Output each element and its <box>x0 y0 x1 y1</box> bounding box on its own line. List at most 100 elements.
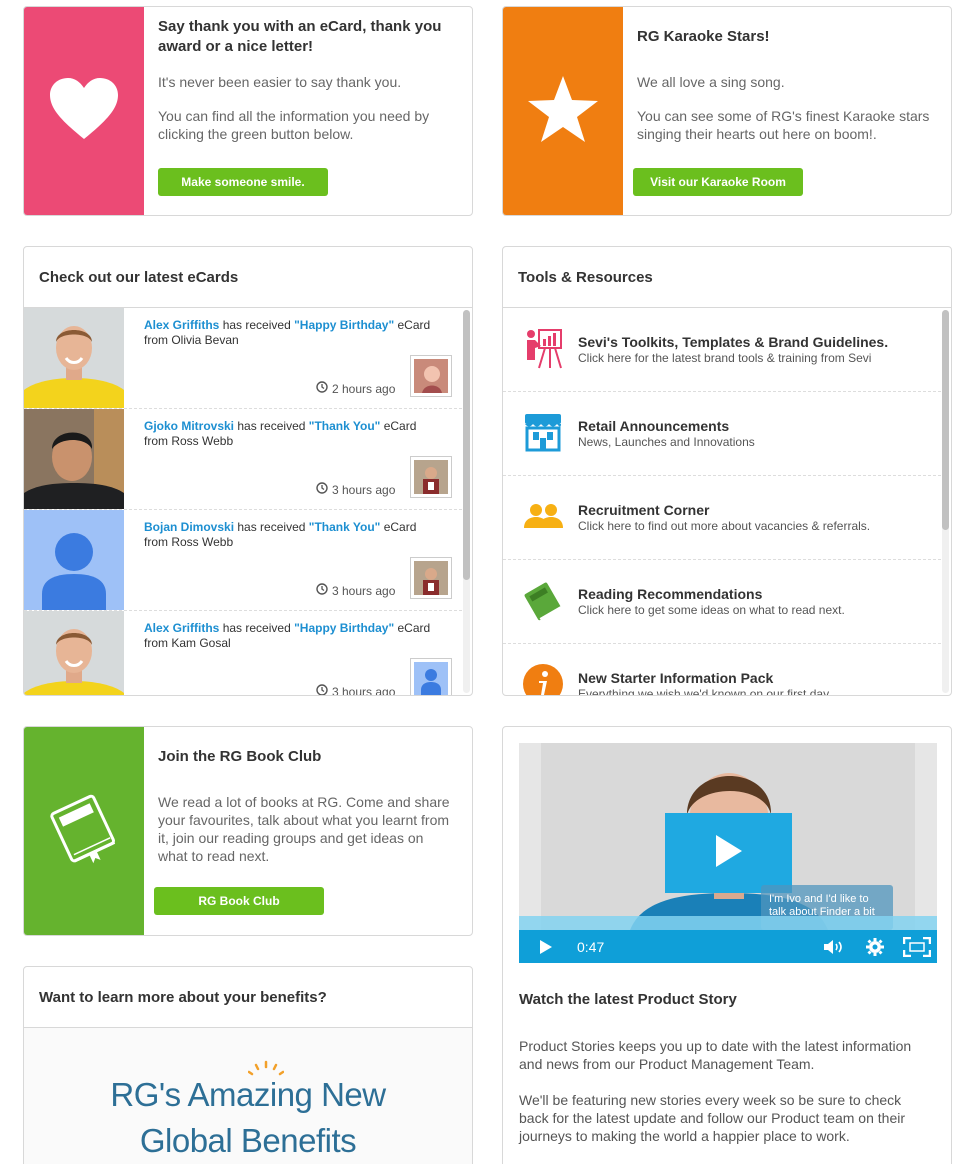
card-word: eCard <box>397 621 431 635</box>
clock-icon <box>316 381 328 396</box>
benefits-panel-title: Want to learn more about your benefits? <box>24 967 472 1028</box>
clock-icon <box>316 482 328 497</box>
ecard-timestamp: 3 hours ago <box>316 684 395 695</box>
karaoke-card: RG Karaoke Stars! We all love a sing son… <box>502 6 952 216</box>
ecard-description: Alex Griffiths has received "Happy Birth… <box>144 318 442 348</box>
recipient-name-link[interactable]: Bojan Dimovski <box>144 520 234 534</box>
ecards-scrollbar-thumb[interactable] <box>463 310 470 580</box>
tool-item-toolkits[interactable]: Sevi's Toolkits, Templates & Brand Guide… <box>503 308 941 392</box>
play-overlay-button[interactable] <box>665 813 792 893</box>
ecard-time-text: 2 hours ago <box>332 381 396 396</box>
make-someone-smile-button[interactable]: Make someone smile. <box>158 168 328 196</box>
tool-item-retail[interactable]: Retail Announcements News, Launches and … <box>503 392 941 476</box>
book-icon <box>44 792 124 871</box>
product-story-title: Watch the latest Product Story <box>519 991 737 1008</box>
ecard-thumbnail[interactable] <box>410 658 452 695</box>
book-club-card: Join the RG Book Club We read a lot of b… <box>23 726 473 936</box>
tool-item-reading[interactable]: Reading Recommendations Click here to ge… <box>503 560 941 644</box>
ecard-time-text: 3 hours ago <box>332 684 396 696</box>
tool-subtitle: Click here to find out more about vacanc… <box>578 519 871 533</box>
ecard-description: Bojan Dimovski has received "Thank You" … <box>144 520 442 550</box>
product-story-text-1: Product Stories keeps you up to date wit… <box>519 1038 912 1072</box>
benefits-panel: Want to learn more about your benefits? … <box>23 966 473 1164</box>
star-icon <box>526 74 600 149</box>
info-icon <box>521 662 565 695</box>
video-controls: 0:47 <box>519 930 937 963</box>
heart-icon <box>48 77 120 146</box>
card-name-link[interactable]: "Happy Birthday" <box>294 621 394 635</box>
play-button[interactable] <box>539 939 553 955</box>
card-name-link[interactable]: "Thank You" <box>309 419 381 433</box>
rg-book-club-button[interactable]: RG Book Club <box>154 887 324 915</box>
thank-you-title: Say thank you with an eCard, thank you a… <box>158 18 442 55</box>
ecard-row[interactable]: Bojan Dimovski has received "Thank You" … <box>24 510 462 611</box>
ecards-panel-title: Check out our latest eCards <box>24 247 472 308</box>
tools-scrollbar-thumb[interactable] <box>942 310 949 530</box>
sender-text: from Olivia Bevan <box>144 333 239 347</box>
tool-title: Recruitment Corner <box>578 502 710 518</box>
tool-title: New Starter Information Pack <box>578 670 774 686</box>
recipient-avatar[interactable] <box>24 409 124 509</box>
visit-karaoke-room-button[interactable]: Visit our Karaoke Room <box>633 168 803 196</box>
volume-button[interactable] <box>823 939 845 955</box>
benefits-banner[interactable]: RG's Amazing New Global Benefits <box>24 1028 472 1164</box>
video-time: 0:47 <box>577 938 605 955</box>
tools-panel-title: Tools & Resources <box>503 247 951 308</box>
recipient-avatar[interactable] <box>24 510 124 610</box>
recipient-avatar[interactable] <box>24 611 124 695</box>
thank-you-band <box>24 7 144 215</box>
karaoke-text-2: You can see some of RG's finest Karaoke … <box>637 108 930 142</box>
recipient-name-link[interactable]: Gjoko Mitrovski <box>144 419 234 433</box>
book-icon <box>521 578 565 622</box>
ecard-row[interactable]: Alex Griffiths has received "Happy Birth… <box>24 308 462 409</box>
thank-you-card: Say thank you with an eCard, thank you a… <box>23 6 473 216</box>
ecard-thumbnail[interactable] <box>410 557 452 599</box>
ecard-time-text: 3 hours ago <box>332 482 396 497</box>
karaoke-title: RG Karaoke Stars! <box>637 28 770 45</box>
tool-title: Sevi's Toolkits, Templates & Brand Guide… <box>578 334 889 350</box>
recipient-name-link[interactable]: Alex Griffiths <box>144 318 219 332</box>
benefits-headline-2: Global Benefits <box>139 1122 357 1159</box>
sender-text: from Kam Gosal <box>144 636 231 650</box>
people-icon <box>521 494 565 538</box>
ecard-row[interactable]: Alex Griffiths has received "Happy Birth… <box>24 611 462 695</box>
benefits-headline-1: RG's Amazing New <box>110 1076 386 1113</box>
video-progress-bar[interactable] <box>519 916 937 930</box>
tool-subtitle: Everything we wish we'd known on our fir… <box>578 687 830 695</box>
ecard-row[interactable]: Gjoko Mitrovski has received "Thank You"… <box>24 409 462 510</box>
ecard-timestamp: 2 hours ago <box>316 381 395 396</box>
thank-you-text-2: You can find all the information you nee… <box>158 108 430 142</box>
ecards-list[interactable]: Alex Griffiths has received "Happy Birth… <box>24 308 472 695</box>
ecard-thumbnail[interactable] <box>410 456 452 498</box>
ecard-thumbnail[interactable] <box>410 355 452 397</box>
card-word: eCard <box>383 520 417 534</box>
received-word: has received <box>222 621 291 635</box>
karaoke-band <box>503 7 623 215</box>
ecard-timestamp: 3 hours ago <box>316 482 395 497</box>
tools-scrollbar[interactable] <box>942 310 949 693</box>
recipient-avatar[interactable] <box>24 308 124 408</box>
play-icon <box>714 833 744 874</box>
video-player[interactable]: I'm Ivo and I'd like to talk about Finde… <box>519 743 937 963</box>
thank-you-text-1: It's never been easier to say thank you. <box>158 74 402 90</box>
fullscreen-icon[interactable] <box>903 936 931 957</box>
settings-gear-icon[interactable] <box>865 937 885 957</box>
tool-item-recruitment[interactable]: Recruitment Corner Click here to find ou… <box>503 476 941 560</box>
presentation-icon <box>521 326 565 370</box>
ecard-timestamp: 3 hours ago <box>316 583 395 598</box>
card-name-link[interactable]: "Thank You" <box>309 520 381 534</box>
clock-icon <box>316 583 328 598</box>
received-word: has received <box>237 520 306 534</box>
ecards-scrollbar[interactable] <box>463 310 470 693</box>
latest-ecards-panel: Check out our latest eCards Alex Griffit… <box>23 246 473 696</box>
recipient-name-link[interactable]: Alex Griffiths <box>144 621 219 635</box>
ecard-description: Gjoko Mitrovski has received "Thank You"… <box>144 419 442 449</box>
tools-list[interactable]: Sevi's Toolkits, Templates & Brand Guide… <box>503 308 951 695</box>
tool-subtitle: Click here for the latest brand tools & … <box>578 351 872 365</box>
received-word: has received <box>222 318 291 332</box>
tool-item-starter-pack[interactable]: New Starter Information Pack Everything … <box>503 644 941 695</box>
book-club-text: We read a lot of books at RG. Come and s… <box>158 794 450 864</box>
card-name-link[interactable]: "Happy Birthday" <box>294 318 394 332</box>
karaoke-text-1: We all love a sing song. <box>637 74 785 90</box>
book-club-band <box>24 727 144 935</box>
